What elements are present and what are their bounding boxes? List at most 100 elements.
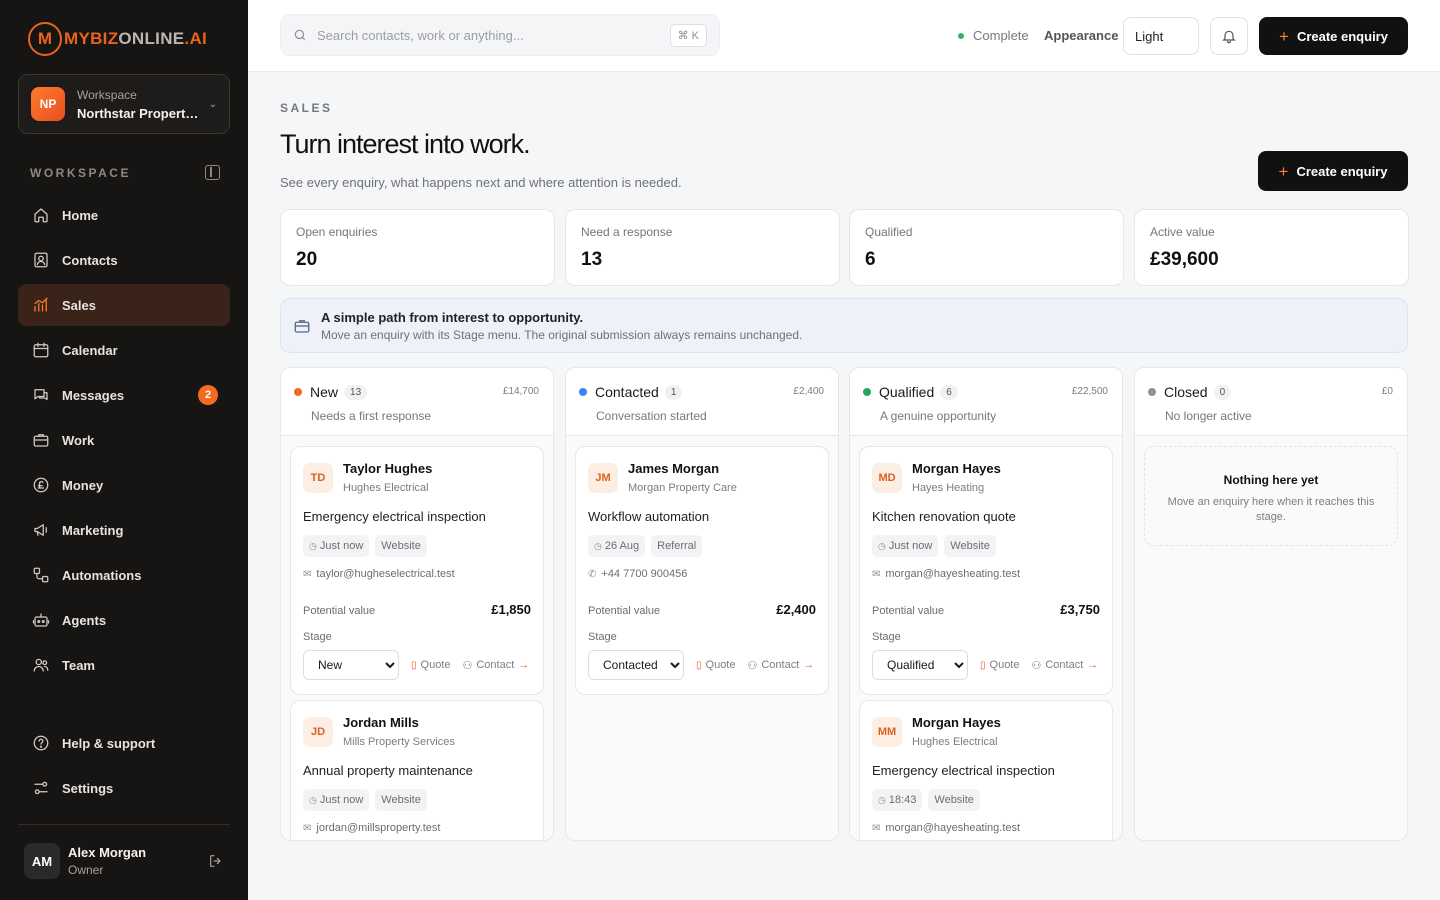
sidebar-item-home[interactable]: Home [18,194,230,236]
contact-name[interactable]: Jordan Mills [343,715,455,730]
topbar: ⌘ K Complete Appearance Light + Create e… [248,0,1440,72]
company-name: Hughes Electrical [912,736,998,748]
stat-qualified: Qualified 6 [849,209,1124,286]
sidebar-item-messages[interactable]: Messages 2 [18,374,230,416]
stat-value: £39,600 [1150,249,1219,270]
sidebar-item-team[interactable]: Team [18,644,230,686]
column-header: Closed 0 £0 No longer active [1135,368,1407,436]
automation-icon [32,566,50,584]
mail-icon: ✉ [303,568,312,580]
sidebar-item-contacts[interactable]: Contacts [18,239,230,281]
avatar: AM [24,843,60,879]
enquiry-title[interactable]: Emergency electrical inspection [303,509,531,524]
time-chip: ◷ 26 Aug [588,535,646,557]
enquiry-card[interactable]: JM James Morgan Morgan Property Care Workfl… [575,446,829,695]
sidebar-divider [18,824,230,825]
column-subtitle: Needs a first response [311,409,432,423]
stage-select[interactable]: NewContactedQualifiedClosed [588,650,684,680]
team-icon [32,656,50,674]
stage-dot [1148,388,1156,396]
arrow-right-icon: → [803,659,815,671]
avatar: JD [303,717,333,747]
workspace-name: Northstar Property Management [77,105,205,121]
contact-detail[interactable]: ✉ taylor@hugheselectrical.test [303,568,531,580]
column-count: 13 [344,384,368,400]
contact-name[interactable]: Morgan Hayes [912,715,1001,730]
quote-link[interactable]: ▯ Quote [980,659,1019,671]
enquiry-title[interactable]: Emergency electrical inspection [872,763,1100,778]
enquiry-card[interactable]: TD Taylor Hughes Hughes Electrical Emergenc… [290,446,544,695]
brand-logo[interactable]: M MYBIZONLINE.AI [28,22,207,56]
shortcut-hint: ⌘ K [669,23,707,47]
avatar: TD [303,463,333,493]
logout-icon[interactable] [208,853,224,869]
sidebar-item-agents[interactable]: Agents [18,599,230,641]
sidebar-item-sales[interactable]: Sales [18,284,230,326]
column-subtitle: No longer active [1165,409,1252,423]
quote-link[interactable]: ▯ Quote [696,659,735,671]
sidebar-item-calendar[interactable]: Calendar [18,329,230,371]
appearance-select[interactable]: Light [1123,17,1199,55]
sidebar-item-settings[interactable]: Settings [18,767,230,809]
enquiry-card[interactable]: MM Morgan Hayes Hughes Electrical Emergency… [859,700,1113,840]
messages-icon [32,386,50,404]
avatar: MM [872,717,902,747]
time-chip: ◷ Just now [303,535,370,557]
potential-value-label: Potential value [303,605,376,617]
quote-link[interactable]: ▯ Quote [411,659,450,671]
contact-link[interactable]: ⚇ Contact → [462,659,529,672]
stat-label: Need a response [581,225,673,239]
sidebar-item-label: Work [62,432,95,448]
contact-name[interactable]: Morgan Hayes [912,461,1001,476]
stage-select[interactable]: NewContactedQualifiedClosed [872,650,968,680]
sidebar: M MYBIZONLINE.AI NP Workspace Northstar … [0,0,248,900]
collapse-sidebar-icon[interactable] [205,165,220,180]
sidebar-item-help-support[interactable]: Help & support [18,722,230,764]
banner-title: A simple path from interest to opportuni… [321,309,584,325]
sidebar-item-work[interactable]: Work [18,419,230,461]
contact-name[interactable]: Taylor Hughes [343,461,432,476]
sidebar-item-label: Messages [62,387,125,403]
enquiry-title[interactable]: Kitchen renovation quote [872,509,1100,524]
sidebar-item-marketing[interactable]: Marketing [18,509,230,551]
enquiry-title[interactable]: Workflow automation [588,509,816,524]
column-header: Contacted 1 £2,400 Conversation started [566,368,838,436]
clock-icon: ◷ [878,540,886,551]
user-profile[interactable]: AM Alex Morgan Owner [24,842,224,880]
clock-icon: ◷ [594,540,602,551]
sidebar-item-label: Settings [62,780,114,796]
document-icon: ▯ [980,659,986,671]
stage-select[interactable]: NewContactedQualifiedClosed [303,650,399,680]
enquiry-title[interactable]: Annual property maintenance [303,763,531,778]
appearance-label: Appearance [1044,28,1119,43]
contact-link[interactable]: ⚇ Contact → [1031,659,1098,672]
enquiry-card[interactable]: MD Morgan Hayes Hayes Heating Kitchen renov… [859,446,1113,695]
search-bar[interactable]: ⌘ K [280,14,720,56]
arrow-right-icon: → [1087,659,1099,671]
clock-icon: ◷ [309,794,317,805]
enquiry-card[interactable]: JD Jordan Mills Mills Property Services Ann… [290,700,544,840]
notifications-button[interactable] [1210,17,1248,55]
company-name: Hughes Electrical [343,482,429,494]
time-chip: ◷ 18:43 [872,789,923,811]
page-subtitle: See every enquiry, what happens next and… [280,175,682,190]
search-input[interactable] [317,27,670,43]
time-chip: ◷ Just now [872,535,939,557]
contact-link[interactable]: ⚇ Contact → [747,659,814,672]
contact-detail[interactable]: ✆ +44 7700 900456 [588,568,816,580]
contact-detail[interactable]: ✉ morgan@hayesheating.test [872,822,1100,834]
contact-detail[interactable]: ✉ jordan@millsproperty.test [303,822,531,834]
sidebar-item-label: Automations [62,567,142,583]
create-enquiry-button[interactable]: + Create enquiry [1259,17,1408,55]
stage-label: Stage [872,631,901,643]
chevron-down-icon: ⌄ [208,98,217,110]
create-enquiry-button-main[interactable]: + Create enquiry [1258,151,1408,191]
sidebar-item-automations[interactable]: Automations [18,554,230,596]
contact-detail[interactable]: ✉ morgan@hayesheating.test [872,568,1100,580]
stat-active-value: Active value £39,600 [1134,209,1409,286]
stage-dot [863,388,871,396]
workspace-switcher[interactable]: NP Workspace Northstar Property Manageme… [18,74,230,134]
sidebar-item-money[interactable]: Money [18,464,230,506]
contact-name[interactable]: James Morgan [628,461,737,476]
banner-description: Move an enquiry with its Stage menu. The… [321,327,803,342]
